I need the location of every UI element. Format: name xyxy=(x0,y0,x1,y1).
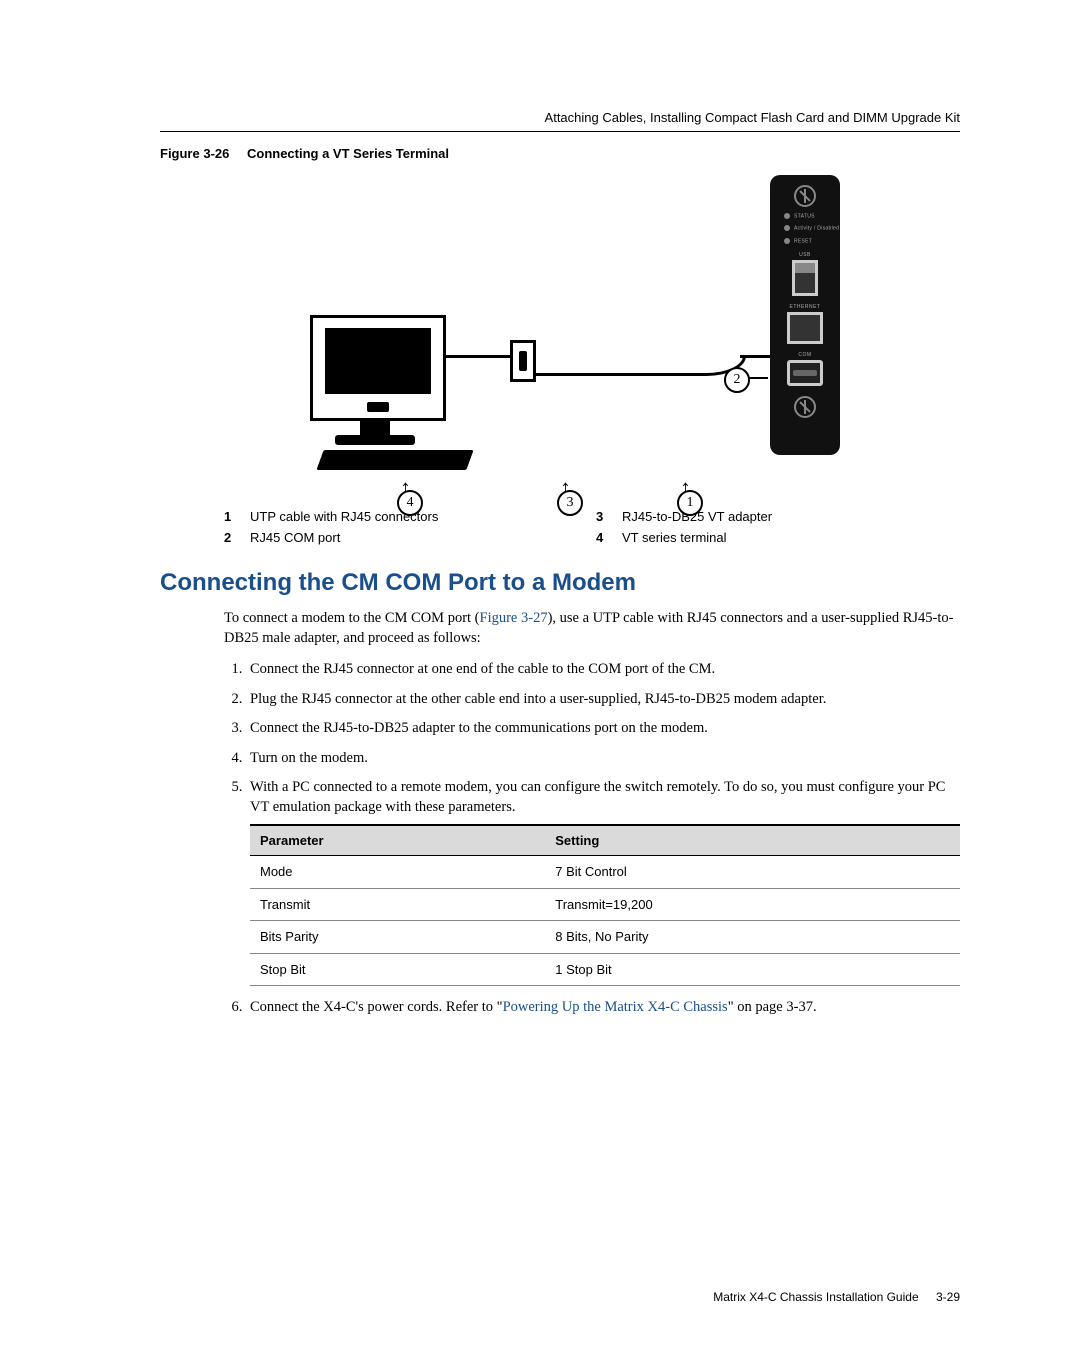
cm-usb-label: USB xyxy=(770,252,840,258)
figure-legend: 1 UTP cable with RJ45 connectors 3 RJ45-… xyxy=(224,509,960,545)
book-title: Matrix X4-C Chassis Installation Guide xyxy=(713,1290,918,1304)
step-text: Connect the X4-C's power cords. Refer to… xyxy=(250,999,503,1015)
monitor-stand-icon xyxy=(360,418,390,436)
screw-icon xyxy=(794,396,816,418)
header-rule xyxy=(160,131,960,132)
cm-module-icon: STATUS Activity / Disabled RESET USB ETH… xyxy=(770,175,840,455)
step-item: Plug the RJ45 connector at the other cab… xyxy=(246,690,960,710)
com-port-icon xyxy=(787,360,823,386)
monitor-base-icon xyxy=(335,435,415,445)
callout-3: 3 xyxy=(557,490,583,516)
keyboard-icon xyxy=(316,450,473,470)
figure-xref-link[interactable]: Figure 3-27 xyxy=(480,610,548,626)
page-footer: Matrix X4-C Chassis Installation Guide 3… xyxy=(713,1290,960,1304)
callout-4: 4 xyxy=(397,490,423,516)
legend-num: 1 xyxy=(224,509,242,524)
figure-title: Connecting a VT Series Terminal xyxy=(247,146,449,161)
legend-num: 4 xyxy=(596,530,614,545)
cable-icon xyxy=(740,355,770,358)
callout-line xyxy=(748,377,768,379)
legend-num: 3 xyxy=(596,509,614,524)
callout-1: 1 xyxy=(677,490,703,516)
callout-2: 2 xyxy=(724,367,750,393)
table-cell: Transmit xyxy=(250,888,545,921)
running-header: Attaching Cables, Installing Compact Fla… xyxy=(160,110,960,125)
parameters-table: Parameter Setting Mode 7 Bit Control Tra… xyxy=(250,824,960,987)
table-row: Mode 7 Bit Control xyxy=(250,856,960,889)
section-xref-link[interactable]: Powering Up the Matrix X4-C Chassis xyxy=(503,999,728,1015)
cm-activity-label: Activity / Disabled xyxy=(784,225,840,231)
cable-icon xyxy=(533,355,746,376)
table-row: Transmit Transmit=19,200 xyxy=(250,888,960,921)
step-text: " on page 3-37. xyxy=(728,999,817,1015)
figure-illustration: STATUS Activity / Disabled RESET USB ETH… xyxy=(280,175,840,495)
screw-icon xyxy=(794,185,816,207)
legend-num: 2 xyxy=(224,530,242,545)
table-cell: 8 Bits, No Parity xyxy=(545,921,960,954)
figure-number: Figure 3-26 xyxy=(160,146,229,161)
procedure-list: Connect the RJ45 connector at one end of… xyxy=(224,660,960,1018)
monitor-icon xyxy=(310,315,446,421)
table-row: Bits Parity 8 Bits, No Parity xyxy=(250,921,960,954)
table-cell: Stop Bit xyxy=(250,953,545,986)
legend-text: VT series terminal xyxy=(622,530,960,545)
cm-status-label: STATUS xyxy=(784,213,840,219)
cm-com-label: COM xyxy=(770,352,840,358)
table-cell: Transmit=19,200 xyxy=(545,888,960,921)
page-number: 3-29 xyxy=(936,1290,960,1304)
cm-eth-label: ETHERNET xyxy=(770,304,840,310)
table-header: Parameter xyxy=(250,825,545,856)
intro-text: To connect a modem to the CM COM port ( xyxy=(224,610,480,626)
figure-caption: Figure 3-26 Connecting a VT Series Termi… xyxy=(160,146,960,161)
section-heading: Connecting the CM COM Port to a Modem xyxy=(160,569,960,597)
step-item: Connect the RJ45 connector at one end of… xyxy=(246,660,960,680)
step-item: Connect the RJ45-to-DB25 adapter to the … xyxy=(246,719,960,739)
step-item: Turn on the modem. xyxy=(246,749,960,769)
table-cell: 1 Stop Bit xyxy=(545,953,960,986)
legend-text: RJ45 COM port xyxy=(250,530,588,545)
usb-port-icon xyxy=(792,260,818,296)
intro-paragraph: To connect a modem to the CM COM port (F… xyxy=(224,609,960,648)
table-cell: 7 Bit Control xyxy=(545,856,960,889)
legend-text: RJ45-to-DB25 VT adapter xyxy=(622,509,960,524)
table-cell: Mode xyxy=(250,856,545,889)
ethernet-port-icon xyxy=(787,312,823,344)
table-row: Stop Bit 1 Stop Bit xyxy=(250,953,960,986)
table-cell: Bits Parity xyxy=(250,921,545,954)
cable-icon xyxy=(445,355,510,358)
step-item: Connect the X4-C's power cords. Refer to… xyxy=(246,998,960,1018)
cm-reset-label: RESET xyxy=(784,238,840,244)
step-text: With a PC connected to a remote modem, y… xyxy=(250,779,945,815)
step-item: With a PC connected to a remote modem, y… xyxy=(246,778,960,986)
table-header: Setting xyxy=(545,825,960,856)
